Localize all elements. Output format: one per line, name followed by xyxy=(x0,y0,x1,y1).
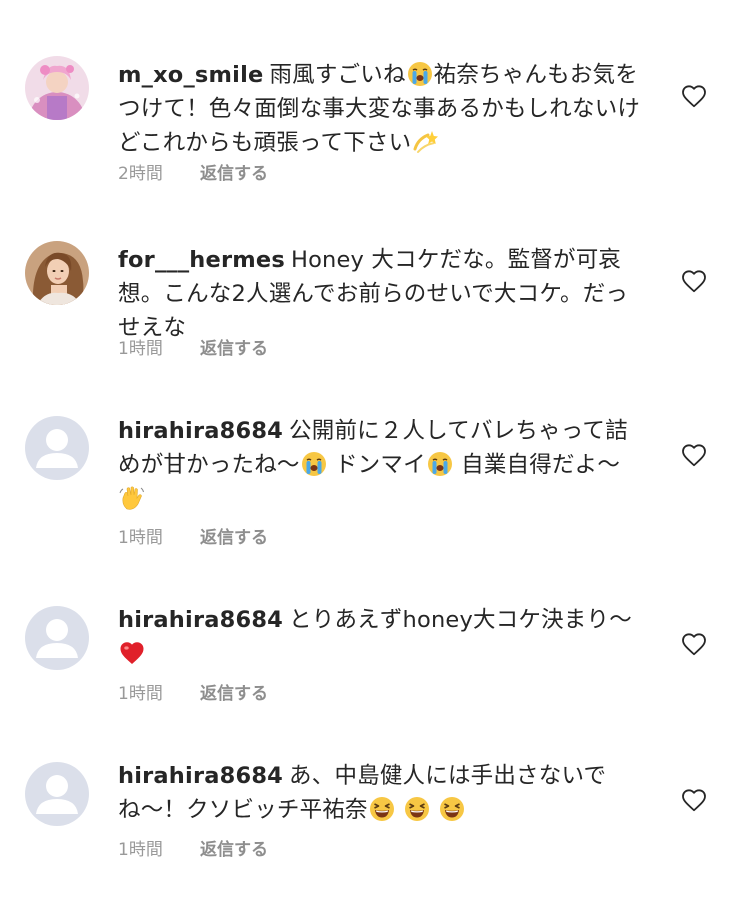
comment-text: for___hermes Honey 大コケだな。監督が可哀想。こんな2人選んでお… xyxy=(118,243,648,345)
heart-outline-icon[interactable] xyxy=(681,443,707,467)
crying-face-icon xyxy=(301,451,327,477)
reply-button[interactable]: 返信する xyxy=(200,840,268,860)
comment-body: 雨風すごいね xyxy=(269,62,406,88)
waving-hand-icon xyxy=(119,485,145,511)
reply-button[interactable]: 返信する xyxy=(200,528,268,548)
comment-username[interactable]: for___hermes xyxy=(118,247,285,273)
crying-face-icon xyxy=(427,451,453,477)
comment-username[interactable]: hirahira8684 xyxy=(118,763,283,789)
heart-outline-icon[interactable] xyxy=(681,788,707,812)
comment-timestamp: 1時間 xyxy=(118,528,163,548)
comment-timestamp: 1時間 xyxy=(118,684,163,704)
avatar[interactable] xyxy=(25,606,89,670)
avatar[interactable] xyxy=(25,56,89,120)
laughing-face-icon xyxy=(369,796,395,822)
crying-face-icon xyxy=(407,61,433,87)
laughing-face-icon xyxy=(404,796,430,822)
comment-text: hirahira8684 とりあえずhoney大コケ決まり〜 xyxy=(118,603,648,671)
avatar[interactable] xyxy=(25,241,89,305)
comment-username[interactable]: hirahira8684 xyxy=(118,418,283,444)
comment-timestamp: 2時間 xyxy=(118,164,163,184)
comment-meta: 1時間 返信する xyxy=(118,684,268,704)
heart-outline-icon[interactable] xyxy=(681,269,707,293)
reply-button[interactable]: 返信する xyxy=(200,164,268,184)
comment-text: m_xo_smile 雨風すごいね 祐奈ちゃんもお気をつけて！色々面倒な事大変な事あ… xyxy=(118,58,648,160)
laughing-face-icon xyxy=(439,796,465,822)
heart-outline-icon[interactable] xyxy=(681,632,707,656)
comment-body: とりあえずhoney大コケ決まり〜 xyxy=(289,607,632,633)
dizzy-icon xyxy=(412,129,438,155)
comment-text: hirahira8684 あ、中島健人には手出さないでね〜！クソビッチ平祐奈 xyxy=(118,759,648,827)
reply-button[interactable]: 返信する xyxy=(200,684,268,704)
avatar[interactable] xyxy=(25,416,89,480)
comment-username[interactable]: hirahira8684 xyxy=(118,607,283,633)
avatar[interactable] xyxy=(25,762,89,826)
comment-meta: 2時間 返信する xyxy=(118,164,268,184)
heart-outline-icon[interactable] xyxy=(681,84,707,108)
comment-meta: 1時間 返信する xyxy=(118,840,268,860)
red-heart-icon xyxy=(119,640,145,666)
comment-timestamp: 1時間 xyxy=(118,840,163,860)
comment-username[interactable]: m_xo_smile xyxy=(118,62,263,88)
comment-meta: 1時間 返信する xyxy=(118,528,268,548)
comment-timestamp: 1時間 xyxy=(118,339,163,359)
comment-text: hirahira8684 公開前に２人してバレちゃって詰めが甘かったね〜 ドンマイ… xyxy=(118,414,648,516)
comment-meta: 1時間 返信する xyxy=(118,339,268,359)
comment-body: ドンマイ xyxy=(334,452,426,478)
comment-body: 自業自得だよ〜 xyxy=(461,452,621,478)
reply-button[interactable]: 返信する xyxy=(200,339,268,359)
